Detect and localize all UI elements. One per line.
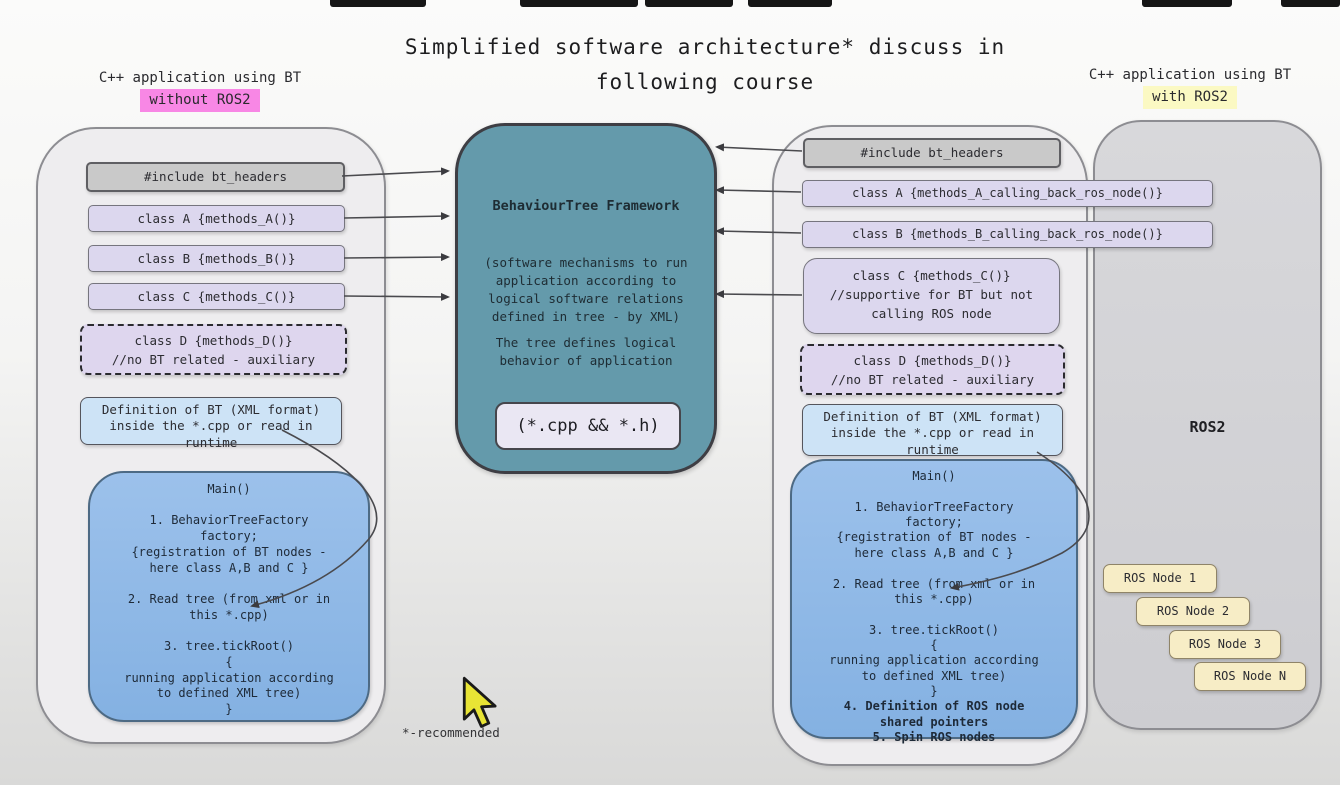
- right-definition-box: Definition of BT (XML format) inside the…: [802, 404, 1063, 456]
- with-ros2-highlight: with ROS2: [1143, 86, 1237, 109]
- left-class-b-box: class B {methods_B()}: [88, 245, 345, 272]
- right-class-d-box: class D {methods_D()} //no BT related - …: [800, 344, 1065, 395]
- slide-title: Simplified software architecture* discus…: [300, 30, 1110, 99]
- top-bar-segment: [330, 0, 426, 7]
- right-main-box: Main() 1. BehaviorTreeFactory factory; {…: [790, 459, 1078, 739]
- left-definition-box: Definition of BT (XML format) inside the…: [80, 397, 342, 445]
- right-class-b-box: class B {methods_B_calling_back_ros_node…: [802, 221, 1213, 248]
- top-bar-segment: [520, 0, 638, 7]
- cpp-h-file-box: (*.cpp && *.h): [495, 402, 681, 450]
- ros-node-2: ROS Node 2: [1136, 597, 1250, 626]
- left-include-box: #include bt_headers: [86, 162, 345, 192]
- right-main-ros-steps: 4. Definition of ROS node shared pointer…: [792, 699, 1076, 745]
- slide-diagram: Simplified software architecture* discus…: [0, 0, 1340, 785]
- right-header-text: C++ application using BT: [1089, 67, 1291, 83]
- top-bar-segment: [1281, 0, 1340, 7]
- left-column-header: C++ application using BT without ROS2: [40, 68, 360, 112]
- recommended-footnote: *-recommended: [402, 725, 500, 740]
- mouse-cursor-icon: [464, 678, 495, 726]
- framework-description: (software mechanisms to run application …: [458, 254, 714, 327]
- right-class-c-box: class C {methods_C()} //supportive for B…: [803, 258, 1060, 334]
- top-bar-segment: [748, 0, 832, 7]
- top-bar-segment: [1142, 0, 1232, 7]
- top-bar-segment: [645, 0, 733, 7]
- behaviourtree-framework-box: BehaviourTree Framework (software mechan…: [455, 123, 717, 474]
- ros-node-n: ROS Node N: [1194, 662, 1306, 691]
- left-main-box: Main() 1. BehaviorTreeFactory factory; {…: [88, 471, 370, 722]
- ros2-label: ROS2: [1095, 418, 1320, 436]
- framework-description-2: The tree defines logical behavior of app…: [458, 334, 714, 370]
- without-ros2-highlight: without ROS2: [140, 89, 259, 112]
- left-class-a-box: class A {methods_A()}: [88, 205, 345, 232]
- framework-title: BehaviourTree Framework: [458, 198, 714, 214]
- ros-node-1: ROS Node 1: [1103, 564, 1217, 593]
- right-class-a-box: class A {methods_A_calling_back_ros_node…: [802, 180, 1213, 207]
- ros-node-3: ROS Node 3: [1169, 630, 1281, 659]
- right-include-box: #include bt_headers: [803, 138, 1061, 168]
- left-class-d-box: class D {methods_D()} //no BT related - …: [80, 324, 347, 375]
- left-header-text: C++ application using BT: [99, 70, 301, 86]
- left-class-c-box: class C {methods_C()}: [88, 283, 345, 310]
- right-column-header: C++ application using BT with ROS2: [1040, 65, 1340, 109]
- right-main-steps: Main() 1. BehaviorTreeFactory factory; {…: [792, 469, 1076, 699]
